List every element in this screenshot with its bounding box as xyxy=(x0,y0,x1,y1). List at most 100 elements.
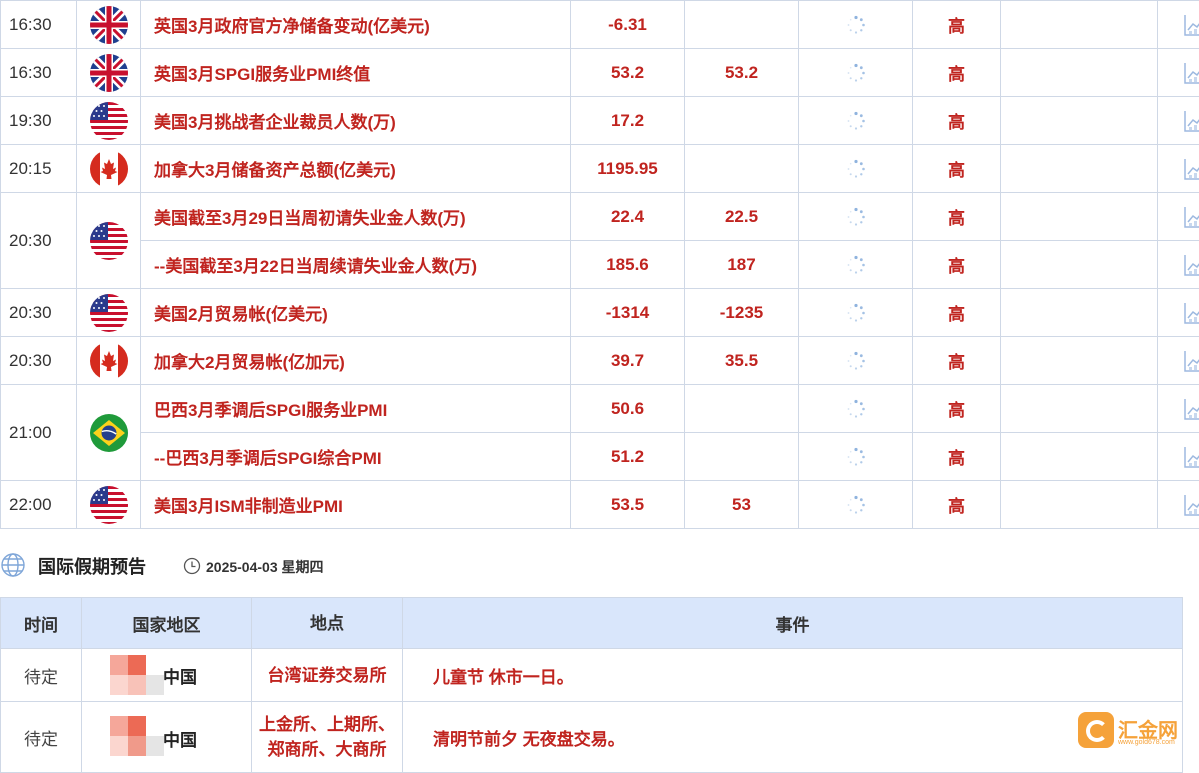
event-title[interactable]: 英国3月政府官方净储备变动(亿美元) xyxy=(141,1,571,49)
canada-flag-icon xyxy=(90,150,128,188)
uk-flag-icon xyxy=(90,6,128,44)
chart-icon[interactable] xyxy=(1183,253,1199,277)
event-title[interactable]: 加拿大3月储备资产总额(亿美元) xyxy=(141,145,571,193)
clock-icon xyxy=(183,557,201,575)
globe-icon xyxy=(0,552,26,578)
event-time: 16:30 xyxy=(1,49,77,97)
event-importance: 高 xyxy=(913,193,1001,241)
event-title[interactable]: 美国截至3月29日当周初请失业金人数(万) xyxy=(141,193,571,241)
table-header-row: 时间 国家地区 地点 事件 xyxy=(1,598,1183,649)
event-importance: 高 xyxy=(913,337,1001,385)
chart-icon[interactable] xyxy=(1183,397,1199,421)
holiday-time: 待定 xyxy=(1,702,82,773)
event-previous: 1195.95 xyxy=(571,145,685,193)
holiday-country: 中国 xyxy=(163,726,197,751)
table-row: 待定 中国 台湾证券交易所 儿童节 休市一日。 xyxy=(1,649,1183,702)
event-forecast xyxy=(685,385,799,433)
canada-flag-icon xyxy=(90,342,128,380)
event-time: 20:15 xyxy=(1,145,77,193)
holiday-date: 2025-04-03 星期四 xyxy=(206,557,324,577)
watermark-url: www.gold678.com xyxy=(1118,739,1175,746)
loading-spinner-icon xyxy=(846,159,866,179)
china-flag-icon xyxy=(110,655,164,695)
loading-spinner-icon xyxy=(846,63,866,83)
event-importance: 高 xyxy=(913,49,1001,97)
event-previous: -1314 xyxy=(571,289,685,337)
table-row: --巴西3月季调后SPGI综合PMI 51.2 高 xyxy=(1,433,1199,481)
chart-icon[interactable] xyxy=(1183,109,1199,133)
uk-flag-icon xyxy=(90,54,128,92)
gold678-logo-icon xyxy=(1078,712,1114,748)
event-time: 20:30 xyxy=(1,337,77,385)
loading-spinner-icon xyxy=(846,255,866,275)
chart-icon[interactable] xyxy=(1183,157,1199,181)
us-flag-icon xyxy=(90,294,128,332)
chart-icon[interactable] xyxy=(1183,61,1199,85)
watermark: 汇金网 www.gold678.com xyxy=(1078,712,1199,752)
table-row: --美国截至3月22日当周续请失业金人数(万) 185.6 187 高 xyxy=(1,241,1199,289)
event-title[interactable]: 英国3月SPGI服务业PMI终值 xyxy=(141,49,571,97)
holiday-place: 台湾证券交易所 xyxy=(252,649,403,702)
holiday-event: 儿童节 休市一日。 xyxy=(403,649,1183,702)
event-importance: 高 xyxy=(913,97,1001,145)
loading-spinner-icon xyxy=(846,447,866,467)
table-row: 20:30 加拿大2月贸易帐(亿加元) 39.7 35.5 高 xyxy=(1,337,1199,385)
event-importance: 高 xyxy=(913,481,1001,529)
table-row: 20:15 加拿大3月储备资产总额(亿美元) 1195.95 高 xyxy=(1,145,1199,193)
loading-spinner-icon xyxy=(846,399,866,419)
column-header-country: 国家地区 xyxy=(82,598,252,649)
event-importance: 高 xyxy=(913,385,1001,433)
event-previous: 39.7 xyxy=(571,337,685,385)
event-title[interactable]: 美国3月ISM非制造业PMI xyxy=(141,481,571,529)
table-row: 19:30 美国3月挑战者企业裁员人数(万) 17.2 高 xyxy=(1,97,1199,145)
chart-icon[interactable] xyxy=(1183,349,1199,373)
event-forecast xyxy=(685,145,799,193)
column-header-event: 事件 xyxy=(403,598,1183,649)
chart-icon[interactable] xyxy=(1183,493,1199,517)
event-title[interactable]: 美国3月挑战者企业裁员人数(万) xyxy=(141,97,571,145)
event-title[interactable]: 加拿大2月贸易帐(亿加元) xyxy=(141,337,571,385)
event-importance: 高 xyxy=(913,241,1001,289)
event-forecast xyxy=(685,1,799,49)
event-time: 20:30 xyxy=(1,289,77,337)
holiday-place: 上金所、上期所、郑商所、大商所 xyxy=(252,702,403,773)
loading-spinner-icon xyxy=(846,303,866,323)
holiday-title: 国际假期预告 xyxy=(38,553,146,579)
table-row: 20:30 美国截至3月29日当周初请失业金人数(万) 22.4 22.5 高 xyxy=(1,193,1199,241)
event-time: 16:30 xyxy=(1,1,77,49)
chart-icon[interactable] xyxy=(1183,205,1199,229)
china-flag-icon xyxy=(110,716,164,756)
event-previous: 50.6 xyxy=(571,385,685,433)
event-forecast xyxy=(685,433,799,481)
events-table: 16:30 英国3月政府官方净储备变动(亿美元) -6.31 高 16:30 英… xyxy=(0,0,1199,529)
event-forecast xyxy=(685,97,799,145)
us-flag-icon xyxy=(90,222,128,260)
table-row: 22:00 美国3月ISM非制造业PMI 53.5 53 高 xyxy=(1,481,1199,529)
holiday-section-header: 国际假期预告 2025-04-03 星期四 xyxy=(0,548,1182,582)
event-time: 22:00 xyxy=(1,481,77,529)
economic-calendar: 16:30 英国3月政府官方净储备变动(亿美元) -6.31 高 16:30 英… xyxy=(0,0,1182,529)
event-forecast: -1235 xyxy=(685,289,799,337)
event-title[interactable]: 美国2月贸易帐(亿美元) xyxy=(141,289,571,337)
event-title[interactable]: --美国截至3月22日当周续请失业金人数(万) xyxy=(141,241,571,289)
chart-icon[interactable] xyxy=(1183,13,1199,37)
event-forecast: 187 xyxy=(685,241,799,289)
loading-spinner-icon xyxy=(846,15,866,35)
chart-icon[interactable] xyxy=(1183,445,1199,469)
holiday-country: 中国 xyxy=(163,663,197,688)
event-title[interactable]: --巴西3月季调后SPGI综合PMI xyxy=(141,433,571,481)
loading-spinner-icon xyxy=(846,351,866,371)
event-previous: 53.5 xyxy=(571,481,685,529)
event-forecast: 53 xyxy=(685,481,799,529)
event-importance: 高 xyxy=(913,289,1001,337)
loading-spinner-icon xyxy=(846,495,866,515)
us-flag-icon xyxy=(90,486,128,524)
brazil-flag-icon xyxy=(90,414,128,452)
loading-spinner-icon xyxy=(846,207,866,227)
chart-icon[interactable] xyxy=(1183,301,1199,325)
event-previous: 17.2 xyxy=(571,97,685,145)
holiday-time: 待定 xyxy=(1,649,82,702)
event-title[interactable]: 巴西3月季调后SPGI服务业PMI xyxy=(141,385,571,433)
event-previous: 53.2 xyxy=(571,49,685,97)
event-importance: 高 xyxy=(913,145,1001,193)
